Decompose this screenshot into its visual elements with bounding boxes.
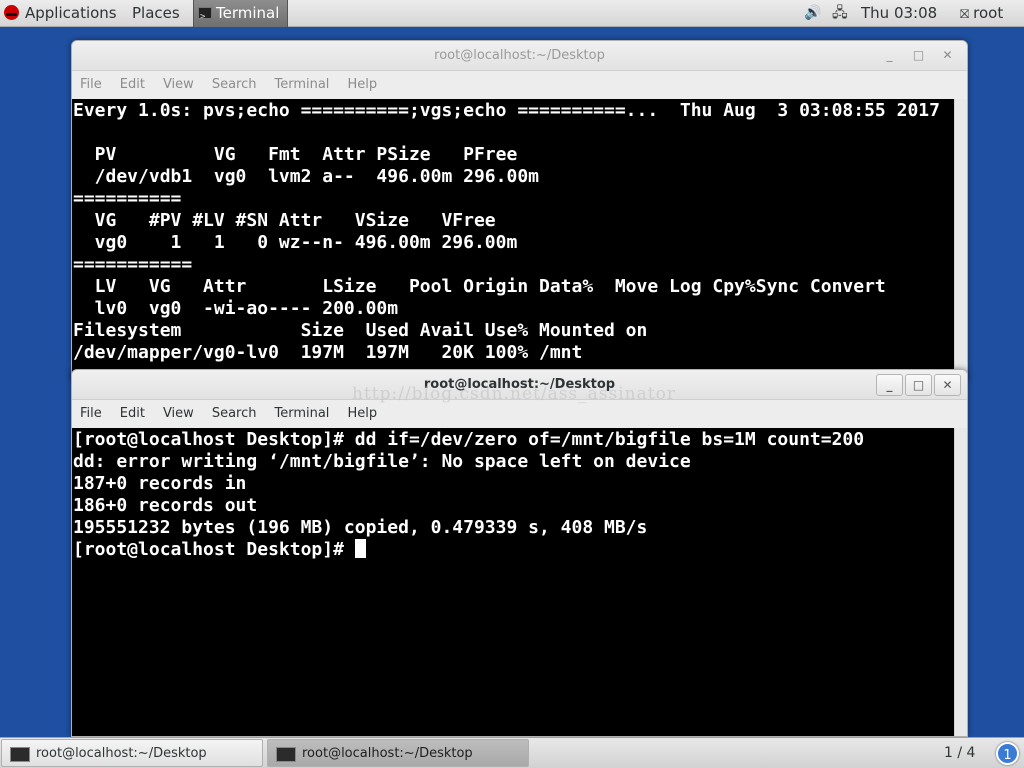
terminal-output[interactable]: Every 1.0s: pvs;echo ==========;vgs;echo…	[72, 99, 954, 379]
taskbar-item-label: root@localhost:~/Desktop	[36, 746, 207, 761]
terminal-app-label: Terminal	[216, 4, 280, 22]
terminal-line: LV VG Attr LSize Pool Origin Data% Move …	[73, 276, 886, 297]
menu-help[interactable]: Help	[347, 406, 377, 421]
window-title: root@localhost:~/Desktop	[423, 377, 616, 392]
terminal-window-front[interactable]: root@localhost:~/Desktop _ □ ✕ File Edit V…	[71, 369, 968, 737]
minimize-button[interactable]: _	[876, 374, 903, 396]
window-menubar: File Edit View Search Terminal Help	[72, 71, 967, 99]
menu-file[interactable]: File	[80, 77, 102, 92]
terminal-line: dd: error writing ‘/mnt/bigfile’: No spa…	[73, 451, 691, 472]
taskbar-item-terminal-1[interactable]: root@localhost:~/Desktop	[1, 739, 263, 767]
top-panel: Applications Places Terminal 🔊 🖧 Thu 03:…	[0, 0, 1024, 31]
maximize-button[interactable]: □	[905, 374, 932, 396]
terminal-line: ==========	[73, 188, 182, 209]
window-titlebar[interactable]: root@localhost:~/Desktop _ □ ✕	[72, 370, 967, 400]
terminal-line: [root@localhost Desktop]# dd if=/dev/zer…	[73, 429, 865, 450]
terminal-line: 187+0 records in	[73, 473, 247, 494]
terminal-line: vg0 1 1 0 wz--n- 496.00m 296.00m	[73, 232, 518, 253]
menu-view[interactable]: View	[163, 406, 194, 421]
close-button[interactable]: ✕	[934, 45, 961, 67]
menu-view[interactable]: View	[163, 77, 194, 92]
terminal-window-back[interactable]: root@localhost:~/Desktop _ □ ✕ File Edit V…	[71, 40, 968, 380]
terminal-app-menu[interactable]: Terminal	[193, 0, 289, 31]
volume-icon[interactable]: 🔊	[804, 0, 821, 27]
notification-badge[interactable]: 1	[996, 742, 1019, 765]
menu-search[interactable]: Search	[212, 77, 257, 92]
terminal-icon	[276, 747, 296, 762]
menu-file[interactable]: File	[80, 406, 102, 421]
menu-help[interactable]: Help	[347, 77, 377, 92]
workspace-indicator[interactable]: 1 / 4	[944, 738, 975, 768]
window-title: root@localhost:~/Desktop	[434, 48, 605, 63]
scrollbar[interactable]	[954, 99, 967, 379]
terminal-icon	[10, 747, 30, 762]
user-menu[interactable]: ⛝ root	[960, 0, 1003, 27]
menu-edit[interactable]: Edit	[120, 77, 145, 92]
places-menu[interactable]: Places	[132, 0, 180, 27]
terminal-line: /dev/vdb1 vg0 lvm2 a-- 496.00m 296.00m	[73, 166, 539, 187]
scrollbar[interactable]	[954, 428, 967, 736]
applications-menu[interactable]: Applications	[4, 0, 117, 27]
redhat-logo-icon	[4, 5, 19, 20]
close-button[interactable]: ✕	[934, 374, 961, 396]
taskbar-item-label: root@localhost:~/Desktop	[302, 746, 473, 761]
terminal-line: lv0 vg0 -wi-ao---- 200.00m	[73, 298, 399, 319]
user-label: root	[973, 4, 1004, 22]
menu-terminal[interactable]: Terminal	[274, 406, 329, 421]
menu-edit[interactable]: Edit	[120, 406, 145, 421]
terminal-icon	[198, 4, 212, 31]
window-titlebar[interactable]: root@localhost:~/Desktop _ □ ✕	[72, 41, 967, 71]
terminal-line: /dev/mapper/vg0-lv0 197M 197M 20K 100% /…	[73, 342, 583, 363]
terminal-line: ===========	[73, 254, 193, 275]
network-icon[interactable]: 🖧	[832, 0, 848, 27]
applications-label: Applications	[25, 4, 117, 22]
terminal-output[interactable]: [root@localhost Desktop]# dd if=/dev/zer…	[72, 428, 954, 736]
terminal-prompt: [root@localhost Desktop]#	[73, 539, 355, 560]
terminal-prompt-line[interactable]: [root@localhost Desktop]#	[73, 539, 954, 561]
maximize-button[interactable]: □	[905, 45, 932, 67]
text-cursor	[354, 539, 366, 558]
terminal-line: 186+0 records out	[73, 495, 258, 516]
window-menubar: File Edit View Search Terminal Help	[72, 400, 967, 428]
terminal-line: VG #PV #LV #SN Attr VSize VFree	[73, 210, 496, 231]
terminal-line: Every 1.0s: pvs;echo ==========;vgs;echo…	[73, 100, 940, 121]
minimize-button[interactable]: _	[876, 45, 903, 67]
bottom-panel: root@localhost:~/Desktop root@localhost:…	[0, 737, 1024, 768]
taskbar-item-terminal-2[interactable]: root@localhost:~/Desktop	[267, 739, 529, 767]
terminal-line: Filesystem Size Used Avail Use% Mounted …	[73, 320, 648, 341]
user-icon: ⛝	[960, 7, 970, 21]
clock[interactable]: Thu 03:08	[861, 0, 937, 27]
menu-search[interactable]: Search	[212, 406, 257, 421]
menu-terminal[interactable]: Terminal	[274, 77, 329, 92]
terminal-line: 195551232 bytes (196 MB) copied, 0.47933…	[73, 517, 648, 538]
terminal-line: PV VG Fmt Attr PSize PFree	[73, 144, 518, 165]
